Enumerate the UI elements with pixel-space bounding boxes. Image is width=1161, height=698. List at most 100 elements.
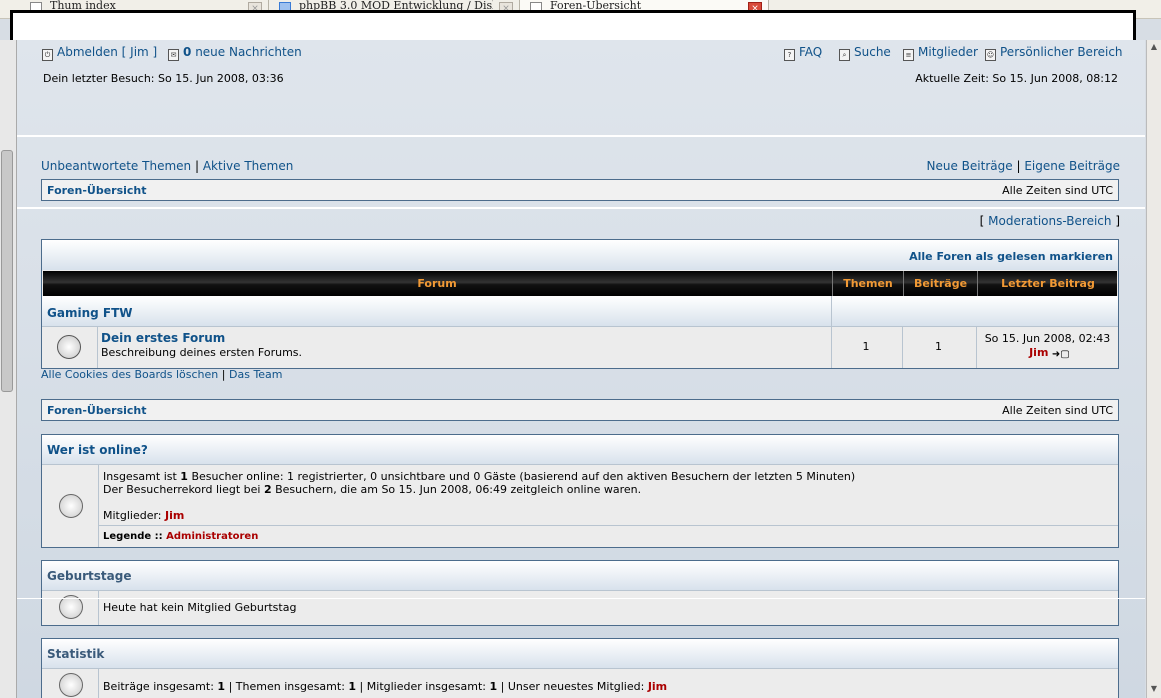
divider bbox=[17, 598, 1145, 599]
stat-label: Mitglieder insgesamt: bbox=[366, 680, 486, 693]
birthdays-title: Geburtstage bbox=[47, 569, 132, 583]
legend-admin-link[interactable]: Administratoren bbox=[166, 531, 258, 542]
panel-header: Statistik bbox=[42, 639, 1118, 669]
stat-posts: 1 bbox=[217, 680, 226, 693]
messages-label[interactable]: neue Nachrichten bbox=[195, 45, 302, 59]
users-icon bbox=[59, 494, 83, 518]
logout-label[interactable]: Abmelden [ Jim ] bbox=[57, 45, 157, 59]
team-link[interactable]: Das Team bbox=[229, 368, 283, 381]
members-link[interactable]: ≡ Mitglieder bbox=[903, 45, 978, 61]
online-line-2: Der Besucherrekord liegt bei 2 Besuchern… bbox=[103, 483, 641, 496]
users-icon bbox=[59, 673, 83, 697]
message-icon: ✉ bbox=[168, 49, 179, 61]
vertical-scrollbar[interactable]: ▲ ▼ bbox=[1146, 40, 1161, 698]
last-post-user-link[interactable]: Jim bbox=[1029, 346, 1048, 359]
table-row: Dein erstes Forum Beschreibung deines er… bbox=[42, 326, 1118, 368]
forum-table-header: Forum Themen Beiträge Letzter Beitrag bbox=[43, 271, 1117, 296]
mcp-link-wrapper: [ Moderations-Bereich ] bbox=[980, 214, 1120, 228]
category-link[interactable]: Gaming FTW bbox=[47, 306, 133, 320]
mcp-link[interactable]: Moderations-Bereich bbox=[988, 214, 1111, 228]
cell-divider bbox=[98, 668, 99, 698]
breadcrumb-bar: Foren-Übersicht Alle Zeiten sind UTC bbox=[41, 179, 1119, 201]
logout-icon: ⏻ bbox=[42, 49, 53, 61]
mark-forums-read-link[interactable]: Alle Foren als gelesen markieren bbox=[909, 250, 1113, 263]
statistics-title: Statistik bbox=[47, 647, 105, 661]
unanswered-link[interactable]: Unbeantwortete Themen bbox=[41, 159, 191, 173]
last-post-date: So 15. Jun 2008, 02:43 bbox=[984, 332, 1111, 345]
quick-links-left: Unbeantwortete Themen | Aktive Themen bbox=[41, 159, 293, 173]
messages-count[interactable]: 0 bbox=[183, 45, 191, 59]
ucp-label[interactable]: Persönlicher Bereich bbox=[1000, 45, 1123, 59]
user-icon: ☺ bbox=[985, 49, 996, 61]
members-label: Mitglieder: bbox=[103, 509, 162, 522]
faq-label[interactable]: FAQ bbox=[799, 45, 822, 59]
record-count: 2 bbox=[263, 483, 272, 496]
online-total: 1 bbox=[180, 470, 188, 483]
bracket-close: ] bbox=[1115, 214, 1120, 228]
forum-posts-count: 1 bbox=[935, 340, 942, 353]
cell-divider bbox=[97, 327, 98, 368]
logout-link[interactable]: ⏻ Abmelden [ Jim ] bbox=[42, 45, 157, 61]
forum-list: Alle Foren als gelesen markieren Forum T… bbox=[41, 239, 1119, 369]
who-is-online-link[interactable]: Wer ist online? bbox=[47, 443, 148, 457]
col-posts: Beiträge bbox=[903, 271, 977, 296]
online-text: Besucher online: 1 registrierter, 0 unsi… bbox=[187, 470, 856, 483]
category-row: Gaming FTW bbox=[42, 296, 1118, 326]
timezone-note: Alle Zeiten sind UTC bbox=[1002, 184, 1113, 197]
online-line-1: Insgesamt ist 1 Besucher online: 1 regis… bbox=[103, 470, 855, 483]
footer-links: Alle Cookies des Boards löschen | Das Te… bbox=[41, 368, 283, 381]
breadcrumb-index-link[interactable]: Foren-Übersicht bbox=[47, 184, 147, 197]
scroll-down-icon[interactable]: ▼ bbox=[1149, 684, 1159, 693]
current-time: Aktuelle Zeit: So 15. Jun 2008, 08:12 bbox=[915, 72, 1118, 85]
online-member-link[interactable]: Jim bbox=[165, 509, 184, 522]
online-members: Mitglieder: Jim bbox=[103, 509, 184, 522]
newest-member-link[interactable]: Jim bbox=[648, 680, 667, 693]
divider bbox=[17, 207, 1145, 209]
messages-link[interactable]: ✉ 0 neue Nachrichten bbox=[168, 45, 302, 61]
forum-topics-count: 1 bbox=[862, 340, 870, 353]
who-is-online-panel: Wer ist online? Insgesamt ist 1 Besucher… bbox=[41, 434, 1119, 548]
delete-cookies-link[interactable]: Alle Cookies des Boards löschen bbox=[41, 368, 218, 381]
separator: | bbox=[194, 159, 200, 173]
col-forum: Forum bbox=[417, 277, 457, 290]
last-post-author: Jim ➜▢ bbox=[976, 346, 1119, 360]
record-text: Der Besucherrekord liegt bei bbox=[103, 483, 264, 496]
forum-title-link[interactable]: Dein erstes Forum bbox=[101, 331, 225, 345]
separator: | bbox=[1016, 159, 1021, 173]
cell-divider bbox=[98, 590, 99, 625]
scroll-up-icon[interactable]: ▲ bbox=[1149, 42, 1159, 51]
breadcrumb-bar-bottom: Foren-Übersicht Alle Zeiten sind UTC bbox=[41, 399, 1119, 421]
own-posts-link[interactable]: Eigene Beiträge bbox=[1024, 159, 1120, 173]
stat-label: Themen insgesamt: bbox=[235, 680, 345, 693]
forum-page: ⏻ Abmelden [ Jim ] ✉ 0 neue Nachrichten ? F… bbox=[17, 40, 1145, 698]
goto-post-icon[interactable]: ➜▢ bbox=[1052, 350, 1070, 360]
members-icon: ≡ bbox=[903, 49, 914, 61]
legend: Legende :: Administratoren bbox=[103, 531, 258, 542]
search-label[interactable]: Suche bbox=[854, 45, 891, 59]
cell-divider bbox=[831, 296, 832, 326]
online-text: Insgesamt ist bbox=[103, 470, 181, 483]
new-posts-link[interactable]: Neue Beiträge bbox=[927, 159, 1013, 173]
members-label[interactable]: Mitglieder bbox=[918, 45, 978, 59]
address-bar-redacted[interactable] bbox=[10, 10, 1136, 44]
forum-list-header-bar: Alle Foren als gelesen markieren bbox=[42, 240, 1118, 270]
quick-links-right: Neue Beiträge | Eigene Beiträge bbox=[927, 159, 1120, 173]
divider bbox=[99, 525, 1118, 526]
scrollbar-thumb[interactable] bbox=[1, 150, 13, 392]
last-visit: Dein letzter Besuch: So 15. Jun 2008, 03… bbox=[43, 72, 284, 85]
forum-read-icon bbox=[57, 335, 81, 359]
ucp-link[interactable]: ☺ Persönlicher Bereich bbox=[985, 45, 1123, 61]
forum-description: Beschreibung deines ersten Forums. bbox=[101, 346, 303, 359]
col-topics: Themen bbox=[832, 271, 903, 296]
birthdays-text: Heute hat kein Mitglied Geburtstag bbox=[103, 601, 297, 614]
left-scrollbar[interactable] bbox=[0, 40, 17, 698]
panel-header: Wer ist online? bbox=[42, 435, 1118, 465]
faq-link[interactable]: ? FAQ bbox=[784, 45, 822, 61]
active-topics-link[interactable]: Aktive Themen bbox=[203, 159, 294, 173]
stat-label: Beiträge insgesamt: bbox=[103, 680, 214, 693]
timezone-note: Alle Zeiten sind UTC bbox=[1002, 404, 1113, 417]
breadcrumb-index-link[interactable]: Foren-Übersicht bbox=[47, 404, 147, 417]
divider bbox=[17, 135, 1145, 137]
legend-label: Legende :: bbox=[103, 531, 163, 542]
search-link[interactable]: ⌕ Suche bbox=[839, 45, 891, 61]
